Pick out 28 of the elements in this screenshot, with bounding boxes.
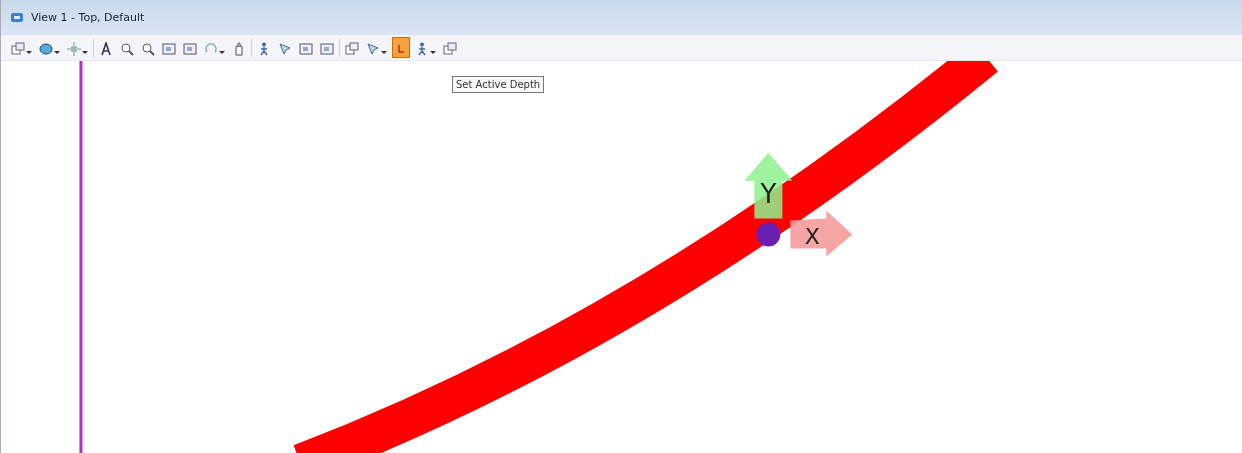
app-icon [11,13,23,22]
y-axis-arrow: Y [744,152,793,219]
window-icon [320,42,334,56]
tooltip: Set Active Depth [452,76,545,93]
copy-icon [345,42,359,56]
toolbar-depth-button[interactable] [392,37,410,58]
caret-icon [381,51,387,54]
sphere-icon [39,42,53,56]
walk-icon [415,42,429,56]
copy-icon [443,42,457,56]
origin-marker [756,222,781,247]
zoomin-icon [120,42,134,56]
fit-icon [162,42,176,56]
caret-icon [430,51,436,54]
caret-icon [54,51,60,54]
text-icon [99,42,113,56]
caret-icon [219,51,225,54]
caret-icon [26,51,32,54]
walk-icon [257,42,271,56]
copy-icon [11,42,25,56]
x-axis-arrow: X [790,210,853,257]
window-title: View 1 - Top, Default [31,11,145,24]
window-icon [299,42,313,56]
window-icon [183,42,197,56]
pointer-icon [366,42,380,56]
pointer-icon [278,42,292,56]
caret-icon [82,51,88,54]
zoomout-icon [141,42,155,56]
